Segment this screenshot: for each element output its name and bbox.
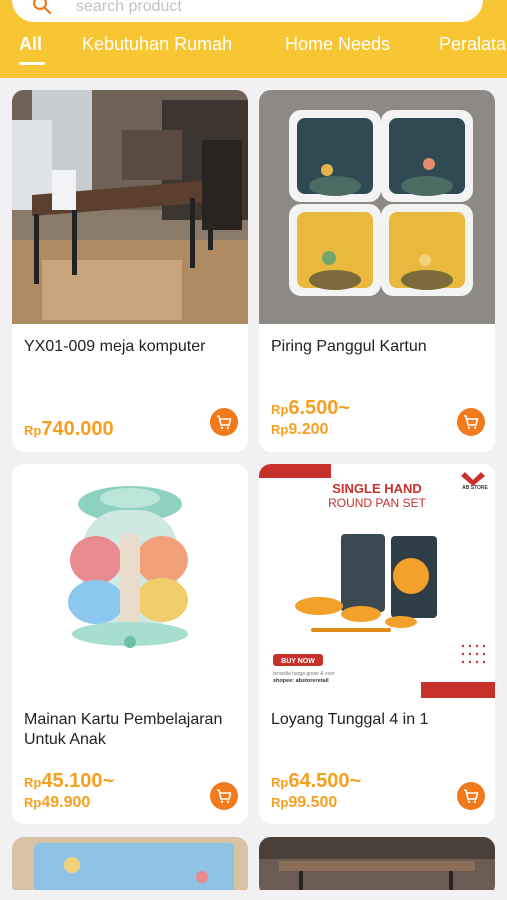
product-image <box>259 837 495 897</box>
tab-all[interactable]: All <box>19 34 42 55</box>
product-card[interactable] <box>12 837 248 897</box>
product-title: Loyang Tunggal 4 in 1 <box>271 711 429 728</box>
product-original-price: Rp49.900 <box>24 794 91 811</box>
product-card[interactable]: Piring Panggul Kartun Rp6.500~ Rp9.200 <box>259 90 495 452</box>
product-card[interactable]: YX01-009 meja komputer Rp740.000 <box>12 90 248 452</box>
product-title: Mainan Kartu Pembelajaran Untuk Anak <box>24 711 223 748</box>
cart-icon <box>464 415 479 429</box>
tab-peralatan[interactable]: Peralatan <box>439 34 507 55</box>
promo-brand: AB STORE <box>462 485 488 491</box>
product-title: Piring Panggul Kartun <box>271 338 427 355</box>
product-card[interactable]: Mainan Kartu Pembelajaran Untuk Anak Rp4… <box>12 464 248 824</box>
bottom-edge <box>0 890 507 900</box>
promo-headline: SINGLE HAND <box>332 481 422 496</box>
product-image <box>12 837 248 897</box>
active-tab-indicator <box>19 62 45 65</box>
cart-icon <box>464 789 479 803</box>
product-card[interactable] <box>259 837 495 897</box>
app-header: All Kebutuhan Rumah Home Needs Peralatan <box>0 0 507 78</box>
product-image <box>259 90 495 324</box>
product-price: Rp740.000 <box>24 418 114 440</box>
add-to-cart-button[interactable] <box>210 408 238 436</box>
add-to-cart-button[interactable] <box>457 782 485 810</box>
tab-home-needs[interactable]: Home Needs <box>285 34 390 55</box>
product-price: Rp45.100~ <box>24 770 115 792</box>
add-to-cart-button[interactable] <box>457 408 485 436</box>
add-to-cart-button[interactable] <box>210 782 238 810</box>
product-card[interactable]: SINGLE HAND ROUND PAN SET AB STORE BUY N… <box>259 464 495 824</box>
search-input[interactable] <box>76 0 456 16</box>
product-original-price: Rp9.200 <box>271 421 329 438</box>
promo-buy-now: BUY NOW <box>281 658 315 665</box>
product-price: Rp6.500~ <box>271 397 351 419</box>
promo-note: tersedia harga grosir & ecer <box>273 671 335 677</box>
cart-icon <box>217 789 232 803</box>
promo-shop: shopee: abstoreretail <box>273 678 329 684</box>
product-price: Rp64.500~ <box>271 770 362 792</box>
product-title: YX01-009 meja komputer <box>24 338 206 355</box>
product-image <box>12 90 248 324</box>
category-tabs: All Kebutuhan Rumah Home Needs Peralatan <box>0 34 507 68</box>
product-image <box>12 464 248 698</box>
promo-subheadline: ROUND PAN SET <box>328 496 426 510</box>
product-original-price: Rp99.500 <box>271 794 338 811</box>
product-image: SINGLE HAND ROUND PAN SET AB STORE BUY N… <box>259 464 495 698</box>
tab-kebutuhan-rumah[interactable]: Kebutuhan Rumah <box>82 34 232 55</box>
search-icon[interactable] <box>32 0 52 15</box>
search-bar[interactable] <box>12 0 483 22</box>
cart-icon <box>217 415 232 429</box>
